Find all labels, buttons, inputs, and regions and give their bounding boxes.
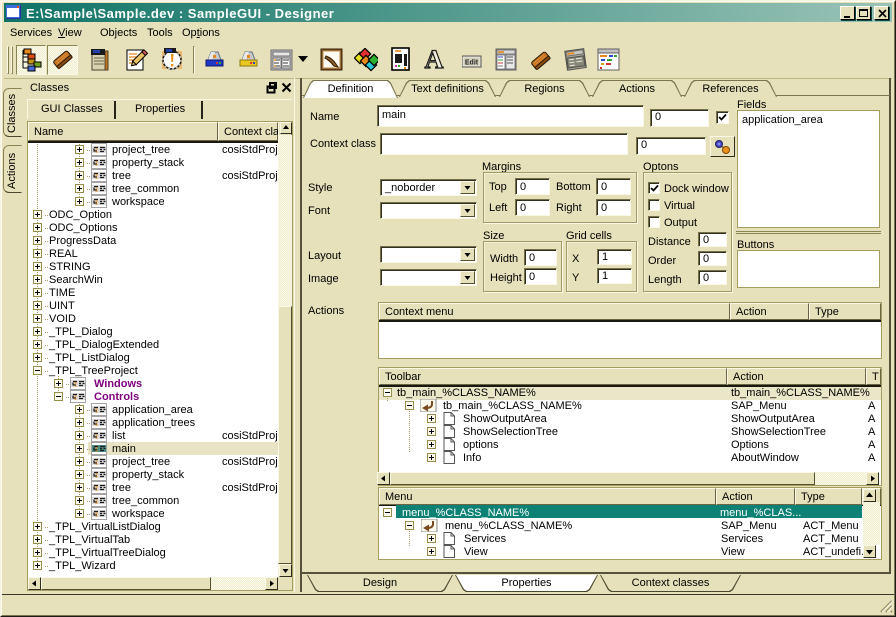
svg-text:A: A	[425, 47, 444, 71]
svg-text:Edit: Edit	[465, 60, 479, 67]
